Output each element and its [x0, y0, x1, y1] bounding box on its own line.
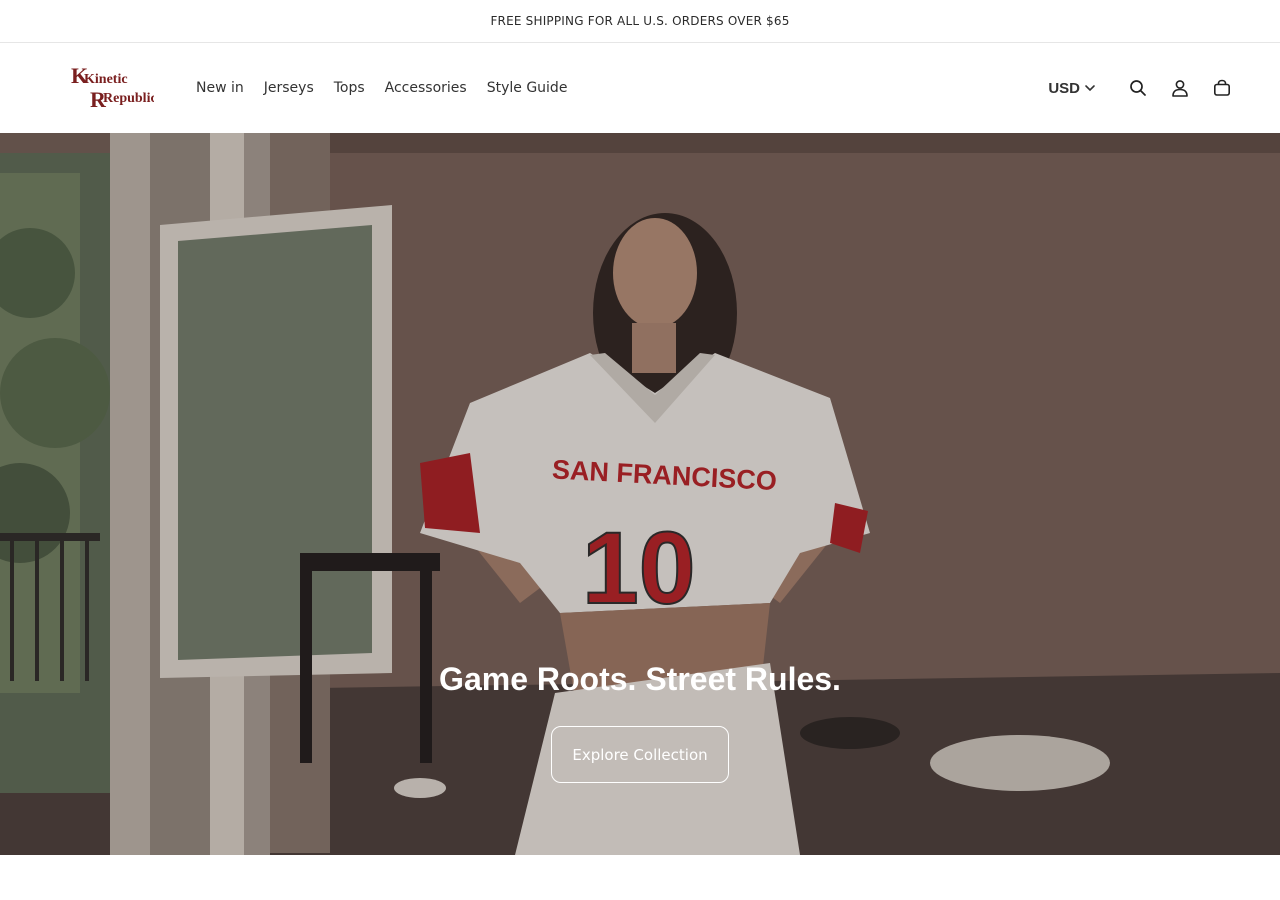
currency-selector[interactable]: USD: [1048, 80, 1096, 97]
nav-item-accessories[interactable]: Accessories: [385, 80, 467, 96]
brand-logo-mark: K Kinetic R Republic: [71, 63, 154, 112]
brand-line2: Republic: [103, 91, 154, 106]
account-button[interactable]: [1166, 74, 1194, 102]
account-icon: [1172, 80, 1188, 97]
site-header: K Kinetic R Republic New in Jerseys Tops…: [0, 43, 1280, 133]
nav-item-tops[interactable]: Tops: [334, 80, 365, 96]
nav-item-style-guide[interactable]: Style Guide: [487, 80, 568, 96]
currency-label: USD: [1048, 79, 1080, 97]
brand-logo[interactable]: K Kinetic R Republic: [70, 63, 154, 113]
explore-collection-button[interactable]: Explore Collection: [551, 726, 729, 783]
search-icon: [1130, 80, 1146, 96]
brand-line1: Kinetic: [84, 72, 128, 87]
hero-title: Game Roots. Street Rules.: [439, 661, 841, 697]
nav-item-jerseys[interactable]: Jerseys: [264, 80, 314, 96]
cart-icon: [1213, 79, 1230, 96]
nav-item-new-in[interactable]: New in: [196, 80, 244, 96]
chevron-down-icon: [1085, 85, 1095, 92]
hero-banner: SAN FRANCISCO 10 Game Roots. Street Rule…: [0, 133, 1280, 855]
header-tools: USD: [1048, 43, 1236, 133]
cart-button[interactable]: [1208, 74, 1236, 102]
announcement-text: FREE SHIPPING FOR ALL U.S. ORDERS OVER $…: [490, 14, 790, 28]
search-button[interactable]: [1124, 74, 1152, 102]
main-nav: New in Jerseys Tops Accessories Style Gu…: [196, 43, 587, 133]
announcement-bar: FREE SHIPPING FOR ALL U.S. ORDERS OVER $…: [0, 0, 1280, 43]
